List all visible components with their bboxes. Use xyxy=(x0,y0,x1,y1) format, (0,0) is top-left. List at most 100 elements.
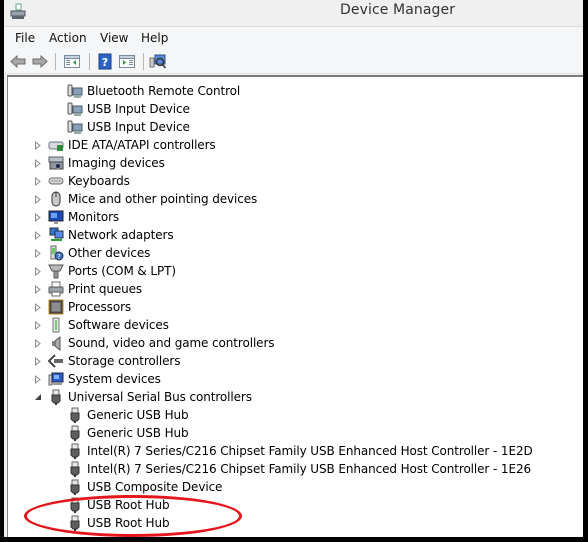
show-hide-console-tree-icon[interactable] xyxy=(63,53,81,70)
tree-item-label: Sound, video and game controllers xyxy=(68,336,275,350)
device-item[interactable]: USB Input Device xyxy=(67,100,190,118)
expand-arrow-icon[interactable] xyxy=(32,370,44,388)
speaker-icon xyxy=(52,335,61,351)
usb-icon xyxy=(70,443,80,459)
tree-item-label: Mice and other pointing devices xyxy=(68,192,258,206)
device-category[interactable]: Network adapters xyxy=(32,226,174,244)
device-category[interactable]: Print queues xyxy=(32,280,142,298)
help-icon[interactable]: ? xyxy=(96,53,114,70)
tree-item-label: Network adapters xyxy=(68,228,174,242)
menu-view[interactable]: View xyxy=(100,31,128,45)
expand-arrow-icon[interactable] xyxy=(32,316,44,334)
usb-icon xyxy=(70,461,80,477)
mouse-icon xyxy=(51,191,61,207)
device-item[interactable]: USB Root Hub xyxy=(67,514,170,532)
storage-controller-icon xyxy=(48,354,63,368)
device-category[interactable]: Keyboards xyxy=(32,172,130,190)
expand-arrow-icon[interactable] xyxy=(32,154,44,172)
device-item[interactable]: Generic USB Hub xyxy=(67,406,189,424)
usb-icon xyxy=(70,425,80,441)
tree-item-label: USB Input Device xyxy=(87,120,190,134)
tree-item-label: USB Root Hub xyxy=(87,516,170,530)
expand-arrow-icon[interactable] xyxy=(32,172,44,190)
tree-item-label: Software devices xyxy=(68,318,169,332)
tree-item-label: USB Composite Device xyxy=(87,480,223,494)
tree-item-label: Intel(R) 7 Series/C216 Chipset Family US… xyxy=(87,444,533,458)
usb-icon xyxy=(70,515,80,531)
hid-device-icon xyxy=(67,120,83,134)
monitor-icon xyxy=(48,210,64,224)
device-category[interactable]: Monitors xyxy=(32,208,119,226)
tree-item-label: Generic USB Hub xyxy=(87,408,189,422)
svg-text:?: ? xyxy=(102,56,108,69)
device-category[interactable]: ? Other devices xyxy=(32,244,150,262)
expand-arrow-icon[interactable] xyxy=(32,190,44,208)
back-icon[interactable] xyxy=(9,53,27,70)
toolbar-separator xyxy=(89,53,90,70)
expand-arrow-icon[interactable] xyxy=(32,244,44,262)
toolbar: ? xyxy=(4,50,583,74)
device-category[interactable]: Processors xyxy=(32,298,131,316)
device-category[interactable]: Software devices xyxy=(32,316,169,334)
tree-item-label: IDE ATA/ATAPI controllers xyxy=(68,138,216,152)
expand-arrow-icon[interactable] xyxy=(32,262,44,280)
unknown-device-icon: ? xyxy=(50,245,64,261)
usb-icon xyxy=(70,497,80,513)
show-hide-action-pane-icon[interactable] xyxy=(118,53,136,70)
menu-file[interactable]: File xyxy=(15,31,35,45)
device-category[interactable]: Sound, video and game controllers xyxy=(32,334,275,352)
menu-help[interactable]: Help xyxy=(141,31,168,45)
device-item[interactable]: Intel(R) 7 Series/C216 Chipset Family US… xyxy=(67,460,531,478)
camera-icon xyxy=(48,156,64,170)
expand-arrow-icon[interactable] xyxy=(32,334,44,352)
keyboard-icon xyxy=(48,177,64,185)
tree-item-label: Intel(R) 7 Series/C216 Chipset Family US… xyxy=(87,462,532,476)
device-category[interactable]: System devices xyxy=(32,370,161,388)
device-category[interactable]: Imaging devices xyxy=(32,154,165,172)
device-category[interactable]: Mice and other pointing devices xyxy=(32,190,257,208)
tree-item-label: USB Root Hub xyxy=(87,498,170,512)
device-item[interactable]: USB Input Device xyxy=(67,118,190,136)
expand-arrow-icon[interactable] xyxy=(32,136,44,154)
ide-controller-icon xyxy=(48,141,64,151)
menu-action[interactable]: Action xyxy=(49,31,87,45)
tree-item-label: Keyboards xyxy=(68,174,130,188)
expand-arrow-icon[interactable] xyxy=(32,280,44,298)
device-category[interactable]: Ports (COM & LPT) xyxy=(32,262,176,280)
toolbar-separator xyxy=(55,53,56,70)
expand-arrow-icon[interactable] xyxy=(32,298,44,316)
software-device-icon xyxy=(52,317,60,333)
device-tree[interactable]: Bluetooth Remote Control USB Input Device… xyxy=(7,75,583,537)
usb-icon xyxy=(51,389,61,405)
usb-icon xyxy=(70,479,80,495)
hid-device-icon xyxy=(67,102,83,116)
device-item[interactable]: USB Composite Device xyxy=(67,478,222,496)
title-bar[interactable]: Device Manager xyxy=(4,0,583,26)
expand-arrow-icon[interactable] xyxy=(32,208,44,226)
window-title: Device Manager xyxy=(340,2,456,18)
tree-item-label: Processors xyxy=(68,300,132,314)
expand-arrow-icon[interactable] xyxy=(32,226,44,244)
device-category[interactable]: IDE ATA/ATAPI controllers xyxy=(32,136,216,154)
collapse-arrow-icon[interactable] xyxy=(32,388,44,406)
network-adapter-icon xyxy=(49,227,64,241)
device-item[interactable]: Intel(R) 7 Series/C216 Chipset Family US… xyxy=(67,442,533,460)
device-item[interactable]: USB Root Hub xyxy=(67,496,170,514)
device-manager-app-icon xyxy=(10,3,26,19)
device-item[interactable]: Generic USB Hub xyxy=(67,424,189,442)
processor-icon xyxy=(48,299,64,315)
device-category[interactable]: Storage controllers xyxy=(32,352,180,370)
expand-arrow-icon[interactable] xyxy=(32,352,44,370)
forward-icon[interactable] xyxy=(31,53,49,70)
scan-hardware-changes-icon[interactable] xyxy=(149,53,167,70)
svg-text:?: ? xyxy=(57,253,61,261)
tree-item-label: Print queues xyxy=(68,282,143,296)
device-category[interactable]: Universal Serial Bus controllers xyxy=(32,388,252,406)
tree-item-label: Universal Serial Bus controllers xyxy=(68,390,252,404)
system-device-icon xyxy=(48,372,64,386)
device-item[interactable]: Bluetooth Remote Control xyxy=(67,82,240,100)
menu-bar: File Action View Help xyxy=(4,26,583,51)
tree-item-label: Ports (COM & LPT) xyxy=(68,264,176,278)
tree-item-label: Monitors xyxy=(68,210,120,224)
hid-device-icon xyxy=(67,84,83,98)
